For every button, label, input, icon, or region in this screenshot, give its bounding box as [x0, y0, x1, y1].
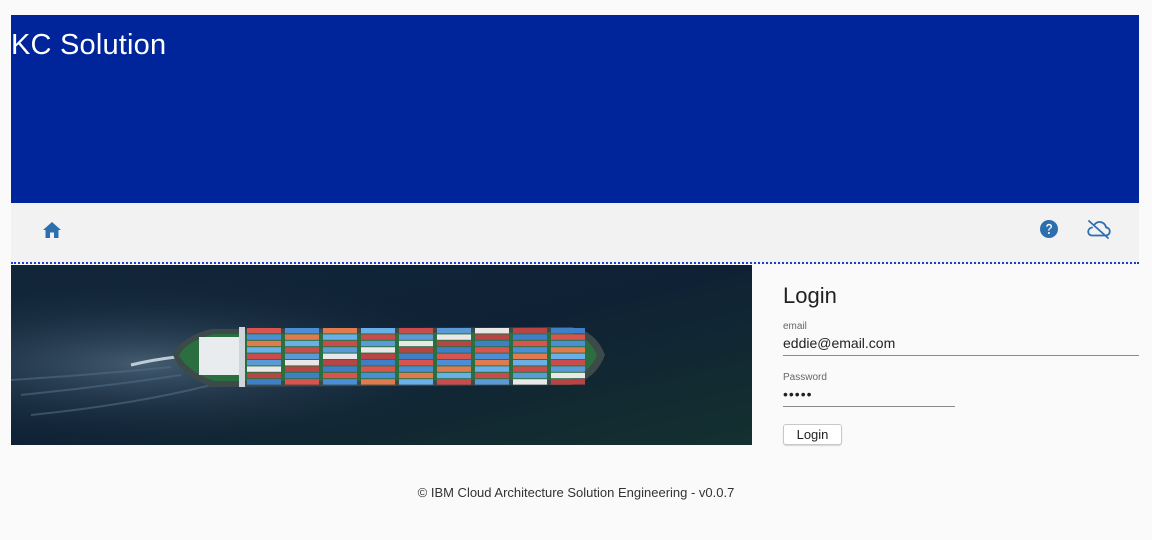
footer-copyright: © IBM Cloud Architecture Solution Engine… — [417, 485, 735, 500]
password-field[interactable] — [783, 384, 955, 407]
email-field[interactable] — [783, 333, 1139, 356]
password-label: Password — [783, 372, 827, 383]
hero-ship-image — [11, 265, 752, 445]
login-button[interactable]: Login — [783, 424, 842, 445]
app-root: KC Solution Login email eddie@email.com … — [0, 0, 1152, 540]
cloud-offline-icon[interactable] — [1086, 216, 1112, 242]
login-title: Login — [783, 283, 837, 308]
toolbar — [11, 203, 1139, 264]
help-circle-icon[interactable] — [1036, 216, 1062, 242]
home-icon[interactable] — [39, 217, 65, 243]
email-label: email — [783, 321, 807, 332]
login-form: Login email Password Login — [783, 280, 1139, 445]
app-title: KC Solution — [11, 29, 167, 61]
header-banner: KC Solution — [11, 15, 1139, 203]
